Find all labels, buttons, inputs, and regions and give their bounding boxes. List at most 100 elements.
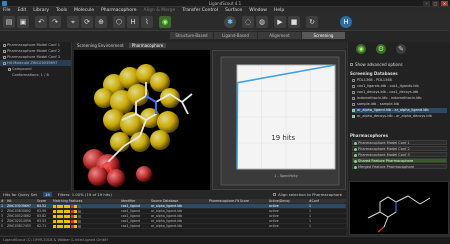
column-header[interactable]: Matching Features [52,199,92,203]
database-label: cox1_decoys.ldb - cox1_decoys.ldb [357,90,419,94]
column-header[interactable]: #Conf [308,199,328,203]
checkbox-icon[interactable] [352,97,355,100]
column-header[interactable]: Identifier [120,199,150,203]
close-button[interactable]: × [441,1,448,6]
molecule-tool-icon[interactable]: ⬡ [113,16,125,28]
table-row[interactable]: 5 ZINC03817455 62.71 cox1_ligand ar_alpha_li… [0,224,346,229]
rotate-tool-icon[interactable]: ⟳ [81,16,93,28]
database-item[interactable]: cox1_decoys.ldb - cox1_decoys.ldb [352,90,447,95]
column-header[interactable]: Hit [6,199,36,203]
minimize-button[interactable]: – [423,1,430,6]
menu-help[interactable]: Help [274,8,284,13]
feature-icon[interactable]: ◍ [256,16,268,28]
open-folder-icon[interactable]: ▤ [3,16,15,28]
refresh-icon[interactable]: ↻ [306,16,318,28]
redo-icon[interactable]: ↷ [49,16,61,28]
table-cell: 63.82 [37,214,47,218]
database-label: ar_alpha_ligand.ldb - ar_alpha_ligand.ld… [357,108,429,112]
undo-icon[interactable]: ↶ [35,16,47,28]
database-item[interactable]: sample.ldb - sample.ldb [352,102,447,107]
table-cell [208,214,268,218]
database-label: sample.ldb - sample.ldb [357,102,399,106]
checkbox-icon[interactable] [352,115,355,118]
menu-library[interactable]: Library [33,8,49,13]
menu-window[interactable]: Window [249,8,267,13]
menu-file[interactable]: File [3,8,11,13]
menu-surface[interactable]: Surface [225,8,242,13]
menu-pharmacophore[interactable]: Pharmacophore [101,8,136,13]
column-header[interactable]: Source Database [150,199,208,203]
menu-align-merge[interactable]: Align & Merge [144,8,176,13]
select-tool-icon[interactable]: ⌖ [67,16,79,28]
pharmacophore-label: Pharmacophore Model Conf 2 [358,147,410,151]
pharmacophore-tool-icon[interactable]: ◉ [159,16,171,28]
table-cell: 1 [309,219,312,223]
create-pharmacophore-icon[interactable]: ✱ [224,16,236,28]
table-cell [92,219,106,223]
database-item[interactable]: indomethacin.ldb - indomethacin.ldb [352,96,447,101]
screening-settings-icon[interactable]: ⚙ [376,44,386,54]
pharmacophore-item[interactable]: Merged Feature Pharmacophore [352,164,447,169]
screening-stop-icon[interactable]: ■ [288,16,300,28]
pharmacophore-item[interactable]: Pharmacophore Model Conf 2 [352,146,447,151]
screening-label: Screening Environment [77,43,124,48]
main-toolbar: ▤ ▣ ↶ ↷ ⌖ ⟳ ⊕ ⬡ H ⌇ ◉ ✱ ◌ ◍ ▶ ■ ↻ H [0,14,450,31]
database-item[interactable]: ar_alpha_ligand.ldb - ar_alpha_ligand.ld… [352,108,447,113]
pharmacophore-item[interactable]: Pharmacophore Model Conf 1 [352,140,447,145]
menu-edit[interactable]: Edit [18,8,27,13]
3d-molecule-viewer[interactable] [74,50,210,190]
menu-molecule[interactable]: Molecule [74,8,94,13]
help-assistant-icon[interactable]: H [340,16,352,28]
tab-screening[interactable]: Screening [302,32,345,39]
menu-tools[interactable]: Tools [56,8,67,13]
feature-fingerprint-icon [53,204,81,208]
table-cell: ZINC03830802 [7,209,31,213]
pharmacophore-icon [354,142,357,145]
mini-molecule-viewer[interactable] [349,181,449,235]
tab-pharmacophore[interactable]: Pharmacophore [128,43,167,48]
database-label: ar_alpha_decoys.ldb - ar_alpha_decoys.ld… [357,114,432,118]
column-header[interactable]: Pharmacophore-Fit Score [208,199,268,203]
run-screening-icon[interactable]: ◉ [356,44,366,54]
tab-ligand-based[interactable]: Ligand-Based [214,32,257,39]
column-header[interactable] [92,199,106,203]
database-item[interactable]: cox1_ligands.ldb - cox1_ligands.ldb [352,84,447,89]
screening-run-icon[interactable]: ▶ [274,16,286,28]
feature-fingerprint-icon [53,224,81,228]
pharmacophore-label: Merged Feature Pharmacophore [358,165,415,169]
pharmacophore-item[interactable]: Shared Feature Pharmacophore [352,158,447,163]
maximize-button[interactable]: □ [432,1,439,6]
stop-screening-icon[interactable]: ✎ [396,44,406,54]
roc-hits-label: 19 hits [271,134,295,142]
align-selection-toggle[interactable]: Align selection to Pharmacophore [273,192,346,197]
menu-transfer-control[interactable]: Transfer Control [182,8,218,13]
show-advanced-row[interactable]: Show advanced options [350,62,449,67]
checkbox-icon[interactable] [352,79,355,82]
save-icon[interactable]: ▣ [17,16,29,28]
title-bar: LigandScout 4.1 – □ × [0,0,450,7]
table-cell: cox1_ligand [121,219,140,223]
exclusion-volume-icon[interactable]: ◌ [242,16,254,28]
database-item[interactable]: PDL1368 - PDL1368 [352,78,447,83]
column-header[interactable] [106,199,120,203]
table-cell: ZINC03817455 [7,224,31,228]
hydrogen-tool-icon[interactable]: H [127,16,139,28]
database-item[interactable]: ar_alpha_decoys.ldb - ar_alpha_decoys.ld… [352,114,447,119]
checkbox-icon[interactable] [352,103,355,106]
table-cell [52,204,92,208]
table-cell [52,224,92,228]
table-cell: ZINC03039697 [7,204,31,208]
checkbox-icon[interactable] [352,109,355,112]
zoom-tool-icon[interactable]: ⊕ [95,16,107,28]
app-window: LigandScout 4.1 – □ × File Edit Library … [0,0,450,243]
checkbox-icon[interactable] [352,91,355,94]
tab-alignment[interactable]: Alignment [258,32,301,39]
pharmacophore-item[interactable]: Pharmacophore Model Conf 3 [352,152,447,157]
column-header[interactable]: Score [36,199,52,203]
bond-tool-icon[interactable]: ⌇ [141,16,153,28]
column-header[interactable]: Active/Decoy [268,199,308,203]
database-label: indomethacin.ldb - indomethacin.ldb [357,96,422,100]
table-cell: active [269,224,279,228]
checkbox-icon[interactable] [352,85,355,88]
tab-structure-based[interactable]: Structure-Based [170,32,213,39]
